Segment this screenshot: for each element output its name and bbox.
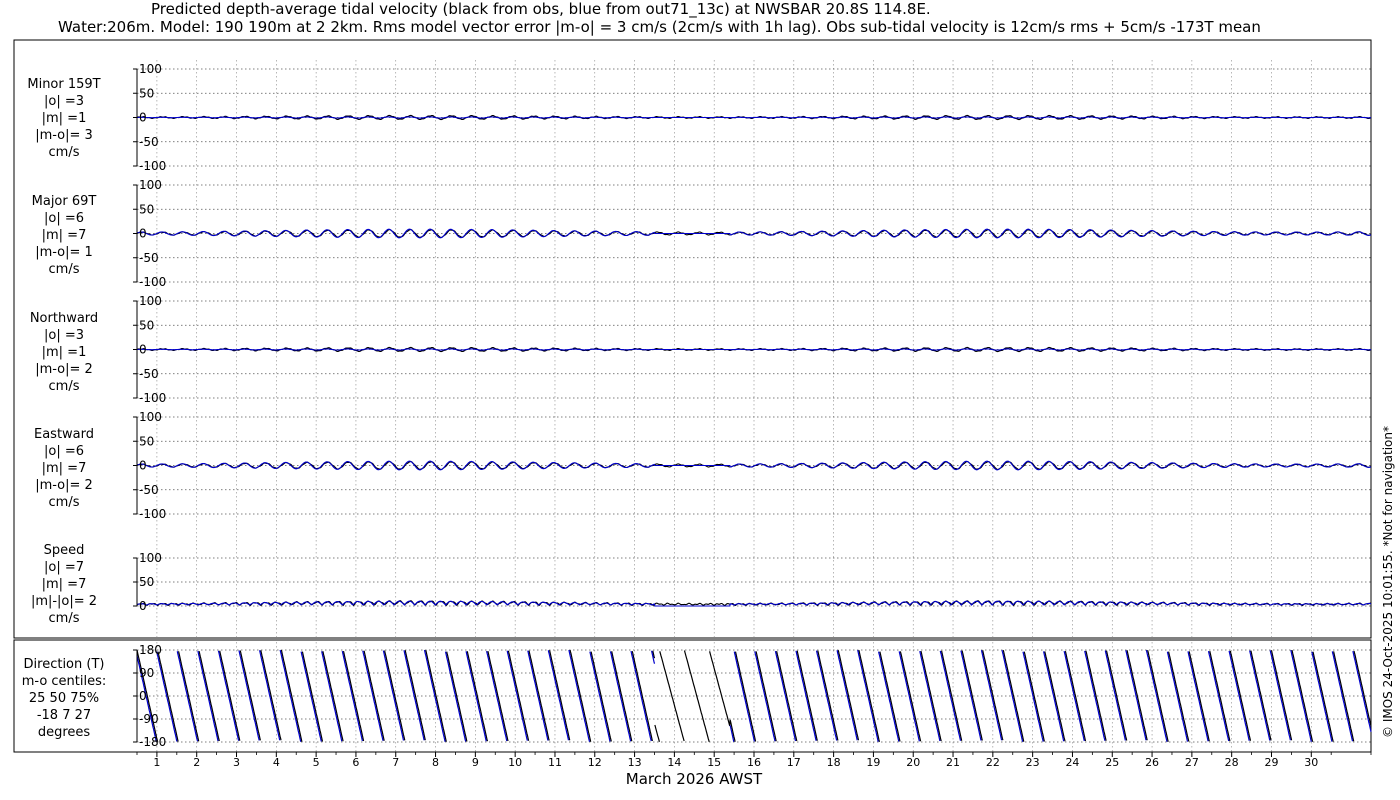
- panel-label-line: degrees: [38, 725, 91, 740]
- y-tick-label-4: 50: [139, 575, 154, 589]
- panel-labels: Minor 159T |o| =3 |m| =1 |m-o|= 3 cm/s Major …: [22, 77, 107, 740]
- panel-label-line: |m-o|= 1: [35, 245, 93, 260]
- x-tick-label-17: 17: [787, 756, 801, 769]
- panel-label-line: |m-o|= 2: [35, 362, 93, 377]
- panel-label-line: cm/s: [49, 379, 80, 394]
- y-tick-label-4: 0: [139, 599, 147, 613]
- x-tick-label-4: 4: [273, 756, 280, 769]
- panel-label-line: |m-o|= 3: [35, 128, 93, 143]
- panel-label-line: Major 69T: [32, 194, 97, 209]
- panel-label-line: Minor 159T: [27, 77, 100, 92]
- x-tick-label-21: 21: [946, 756, 960, 769]
- series-model-0: [137, 116, 1371, 119]
- y-tick-label-1: -100: [139, 275, 166, 289]
- panel-label-line: |o| =3: [44, 94, 84, 109]
- panel-label-line: cm/s: [49, 611, 80, 626]
- panel-label-line: |m| =7: [42, 228, 87, 243]
- x-tick-label-18: 18: [827, 756, 841, 769]
- panel-label-line: |o| =6: [44, 211, 84, 226]
- copyright-notice: © IMOS 24-Oct-2025 10:01:55. *Not for na…: [1381, 426, 1395, 738]
- x-tick-label-16: 16: [747, 756, 761, 769]
- y-tick-label-0: 100: [139, 62, 162, 76]
- x-tick-label-23: 23: [1026, 756, 1040, 769]
- x-tick-label-30: 30: [1304, 756, 1318, 769]
- x-tick-label-7: 7: [392, 756, 399, 769]
- y-tick-label-3: 100: [139, 410, 162, 424]
- y-tick-label-0: -50: [139, 135, 159, 149]
- panel-label-line: 25 50 75%: [29, 691, 99, 706]
- y-tick-label-3: -100: [139, 507, 166, 521]
- y-tick-label-3: 50: [139, 434, 154, 448]
- x-tick-label-6: 6: [352, 756, 359, 769]
- panel-label-line: |o| =3: [44, 328, 84, 343]
- x-tick-label-13: 13: [628, 756, 642, 769]
- x-tick-label-1: 1: [153, 756, 160, 769]
- x-tick-label-12: 12: [588, 756, 602, 769]
- axis-layer: 1 2 3 4 5 6 7 8 9 10 11 12 13 14 15 16 17 18 19 20 21 22 23 24 2…: [133, 62, 1372, 769]
- y-tick-label-2: -100: [139, 391, 166, 405]
- x-tick-label-9: 9: [472, 756, 479, 769]
- panel-label-line: cm/s: [49, 145, 80, 160]
- panel-label-line: |o| =6: [44, 444, 84, 459]
- panel-label-line: |m| =7: [42, 461, 87, 476]
- panel-label-line: cm/s: [49, 262, 80, 277]
- tidal-velocity-chart: 1 2 3 4 5 6 7 8 9 10 11 12 13 14 15 16 17 18 19 20 21 22 23 24 2…: [13, 39, 1395, 788]
- x-tick-label-28: 28: [1225, 756, 1239, 769]
- panel-label-line: |m| =1: [42, 111, 87, 126]
- panel-label-line: Direction (T): [24, 657, 105, 672]
- y-tick-label-3: 0: [139, 459, 147, 473]
- x-tick-label-10: 10: [508, 756, 522, 769]
- y-tick-label-5: 0: [139, 689, 147, 703]
- grid-layer: [137, 60, 1371, 752]
- panel-label-line: |m| =7: [42, 577, 87, 592]
- x-tick-label-5: 5: [313, 756, 320, 769]
- x-tick-label-27: 27: [1185, 756, 1199, 769]
- y-tick-label-1: 50: [139, 202, 154, 216]
- x-tick-label-2: 2: [193, 756, 200, 769]
- y-tick-label-1: 100: [139, 178, 162, 192]
- panel-label-line: |m|-|o|= 2: [31, 594, 97, 609]
- y-tick-label-5: -180: [139, 735, 166, 749]
- y-tick-label-5: 180: [139, 643, 162, 657]
- y-tick-label-4: 100: [139, 551, 162, 565]
- y-tick-label-0: 50: [139, 86, 154, 100]
- y-tick-label-1: 0: [139, 227, 147, 241]
- y-tick-label-5: 90: [139, 666, 154, 680]
- x-tick-label-11: 11: [548, 756, 562, 769]
- y-tick-label-2: -50: [139, 367, 159, 381]
- upper-frame: [13, 39, 1372, 639]
- panel-label-line: |m-o|= 2: [35, 478, 93, 493]
- panel-label-line: Eastward: [34, 427, 94, 442]
- panel-label-line: cm/s: [49, 495, 80, 510]
- panel-label-line: m-o centiles:: [22, 674, 107, 689]
- y-tick-label-0: -100: [139, 159, 166, 173]
- panel-label-line: |m| =1: [42, 345, 87, 360]
- y-tick-label-2: 50: [139, 318, 154, 332]
- y-tick-label-2: 100: [139, 294, 162, 308]
- panel-label-line: -18 7 27: [37, 708, 91, 723]
- x-tick-label-20: 20: [906, 756, 920, 769]
- x-tick-label-26: 26: [1145, 756, 1159, 769]
- panel-label-line: Northward: [30, 311, 98, 326]
- y-tick-label-5: -90: [139, 712, 159, 726]
- y-tick-label-2: 0: [139, 343, 147, 357]
- x-tick-label-25: 25: [1105, 756, 1119, 769]
- panel-label-line: Speed: [44, 543, 85, 558]
- x-tick-label-29: 29: [1264, 756, 1278, 769]
- x-tick-label-8: 8: [432, 756, 439, 769]
- series-model-2: [137, 348, 1371, 351]
- y-tick-label-0: 0: [139, 111, 147, 125]
- x-tick-label-15: 15: [707, 756, 721, 769]
- x-tick-label-14: 14: [667, 756, 681, 769]
- x-tick-label-22: 22: [986, 756, 1000, 769]
- x-axis-label: March 2026 AWST: [626, 770, 763, 788]
- x-tick-label-19: 19: [866, 756, 880, 769]
- y-tick-label-3: -50: [139, 483, 159, 497]
- x-tick-label-24: 24: [1065, 756, 1079, 769]
- y-tick-label-1: -50: [139, 251, 159, 265]
- panel-label-line: |o| =7: [44, 560, 84, 575]
- x-tick-label-3: 3: [233, 756, 240, 769]
